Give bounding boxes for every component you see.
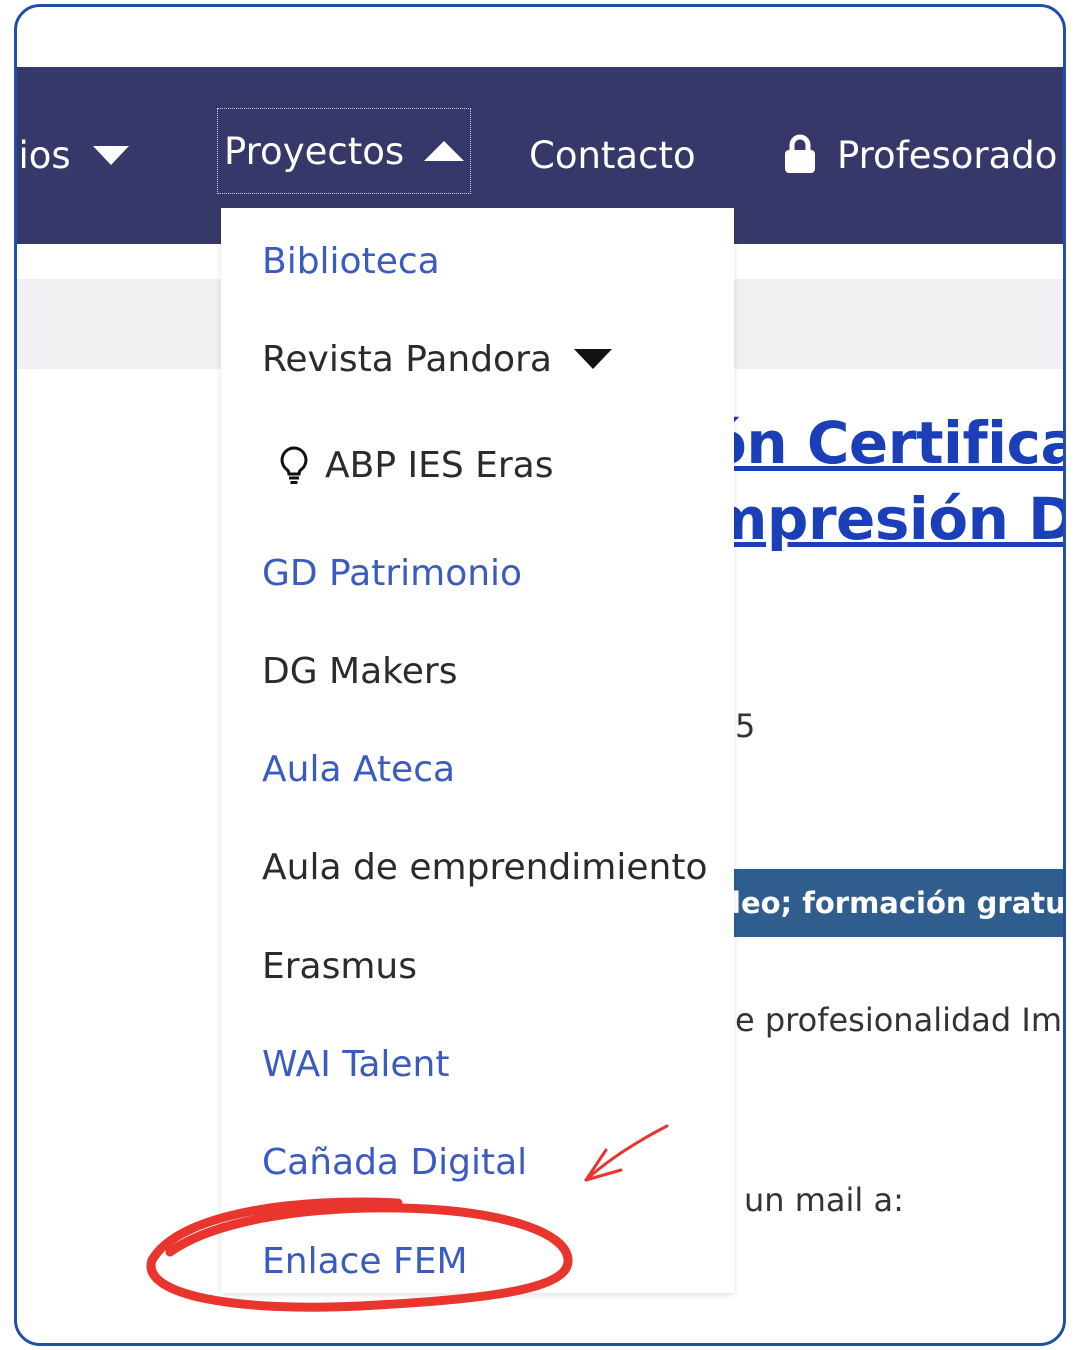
page-title-line-1[interactable]: ón Certifica [707,409,1063,477]
page-title-line-2[interactable]: mpresión D [707,485,1063,553]
menu-item-label: DG Makers [262,650,458,692]
menu-item-label: GD Patrimonio [262,552,523,594]
post-banner-text: leo; formación gratuit [731,886,1066,920]
chevron-down-icon [573,349,612,369]
nav-estudios-label: dios [17,134,71,177]
menu-item-label: Aula de emprendimiento [262,846,708,888]
post-date-fragment: 5 [735,707,756,745]
menu-item-aula-ateca[interactable]: Aula Ateca [262,744,455,794]
lightbulb-icon [280,446,308,484]
menu-item-label: Biblioteca [262,240,440,282]
menu-item-dg-makers[interactable]: DG Makers [262,646,457,696]
menu-item-label: Cañada Digital [262,1141,528,1183]
menu-item-revista-pandora[interactable]: Revista Pandora [262,334,612,384]
chevron-down-icon [92,146,129,165]
nav-item-proyectos[interactable]: Proyectos [217,108,472,194]
menu-item-aula-emprendimiento[interactable]: Aula de emprendimiento [262,842,707,892]
post-text-fragment-2: un mail a: [744,1181,904,1219]
menu-item-wai-talent[interactable]: WAI Talent [262,1039,450,1089]
menu-item-label: Erasmus [262,945,418,987]
menu-item-label: Enlace FEM [262,1240,468,1282]
menu-item-biblioteca[interactable]: Biblioteca [262,236,440,286]
nav-profesorado-label: Profesorado [837,134,1058,177]
proyectos-dropdown-menu: Biblioteca Revista Pandora ABP IES Eras … [221,208,734,1293]
nav-item-profesorado[interactable]: Profesorado [783,67,1057,244]
menu-item-canada-digital[interactable]: Cañada Digital [262,1137,527,1187]
nav-item-estudios[interactable]: dios [17,67,129,244]
post-banner: leo; formación gratuit [717,869,1066,937]
menu-item-label: WAI Talent [262,1043,450,1085]
menu-item-gd-patrimonio[interactable]: GD Patrimonio [262,548,522,598]
menu-item-label: ABP IES Eras [325,444,554,486]
chevron-up-icon [424,141,465,161]
nav-proyectos-label: Proyectos [224,129,405,173]
lock-icon [785,134,815,173]
menu-item-abp-ies-eras[interactable]: ABP IES Eras [277,440,554,490]
nav-contacto-label: Contacto [529,134,696,177]
menu-item-erasmus[interactable]: Erasmus [262,941,417,991]
screenshot-frame: dios Proyectos Contacto Profesorado ón C… [14,4,1066,1346]
menu-item-label: Aula Ateca [262,748,456,790]
post-text-fragment-1: e profesionalidad Im [735,1001,1062,1039]
menu-item-label: Revista Pandora [262,338,552,380]
menu-item-enlace-fem[interactable]: Enlace FEM [262,1236,468,1286]
